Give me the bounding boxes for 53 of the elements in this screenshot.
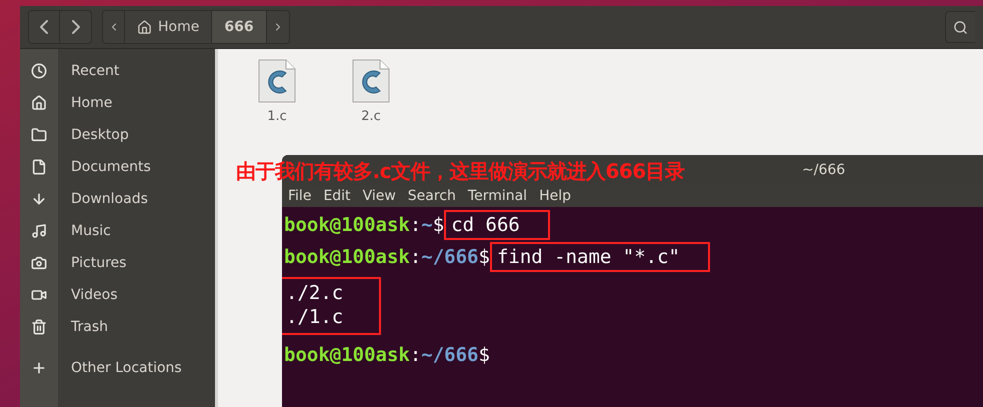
prompt-path: ~ <box>421 214 433 236</box>
file-name[interactable]: 2.c <box>361 109 381 124</box>
c-file-icon <box>352 59 390 103</box>
output-line: ./2.c <box>286 281 344 305</box>
prompt-path: ~/666 <box>421 246 478 268</box>
prompt-colon: : <box>410 214 422 236</box>
menu-item[interactable]: File <box>288 188 312 204</box>
prompt-sign: $ <box>478 344 490 366</box>
sidebar-item[interactable]: Home <box>58 95 112 111</box>
menu-item[interactable]: Search <box>408 188 456 204</box>
sidebar-item[interactable]: Desktop <box>58 127 129 143</box>
home-icon <box>137 20 152 34</box>
chevron-left-icon <box>40 20 48 34</box>
sidebar-item[interactable]: Recent <box>58 63 120 79</box>
search-icon <box>953 20 968 34</box>
download-icon <box>31 191 47 207</box>
sidebar-item[interactable]: Music <box>58 223 111 239</box>
sidebar-item[interactable]: Downloads <box>58 191 148 207</box>
output-line: ./1.c <box>286 305 344 329</box>
home-icon <box>31 95 47 111</box>
music-icon <box>31 223 47 239</box>
search-button[interactable] <box>945 11 975 43</box>
command-text: cd 666 <box>444 210 550 240</box>
folder-icon <box>31 127 47 143</box>
video-icon <box>31 287 47 303</box>
sidebar-item[interactable]: Documents <box>58 159 151 175</box>
path-button[interactable]: 666 <box>212 11 267 43</box>
plus-icon <box>31 360 47 376</box>
c-file-icon <box>258 59 296 103</box>
command-text: find -name "*.c" <box>490 242 710 272</box>
sidebar-item[interactable]: Pictures <box>58 255 126 271</box>
sidebar-item[interactable]: Other Locations <box>58 360 182 376</box>
prompt-path: ~/666 <box>421 344 478 366</box>
prompt-user: book@100ask <box>284 344 410 366</box>
prompt-sign: $ <box>432 214 444 236</box>
prompt-user: book@100ask <box>284 246 410 268</box>
menu-item[interactable]: Edit <box>323 188 351 204</box>
prompt-user: book@100ask <box>284 214 410 236</box>
prompt-colon: : <box>410 344 422 366</box>
trash-icon <box>31 319 47 335</box>
clock-icon <box>31 63 47 79</box>
sidebar-item[interactable]: Videos <box>58 287 118 303</box>
prompt-sign: $ <box>478 246 490 268</box>
document-icon <box>31 159 47 175</box>
window-title: ~/666 <box>802 162 846 178</box>
prompt-colon: : <box>410 246 422 268</box>
menu-item[interactable]: Terminal <box>468 188 528 204</box>
chevron-right-icon <box>72 20 80 34</box>
menu-item[interactable]: Help <box>539 188 571 204</box>
file-name[interactable]: 1.c <box>267 109 287 124</box>
camera-icon <box>31 255 47 271</box>
sidebar-item[interactable]: Trash <box>58 319 108 335</box>
menu-item[interactable]: View <box>362 188 396 204</box>
